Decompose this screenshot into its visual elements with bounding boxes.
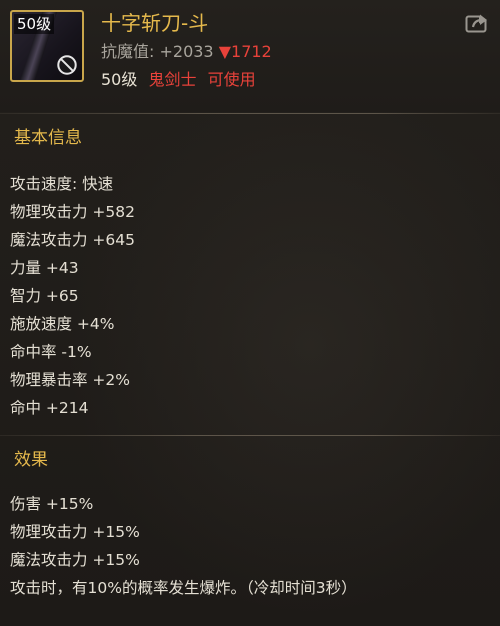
stat-line: 命中率 -1% — [10, 343, 92, 361]
effect-line: 伤害 +15% — [10, 495, 94, 513]
item-header: 50级 十字斩刀-斗 抗魔值: +2033 ▼1712 50级 鬼剑士 可使用 — [0, 0, 500, 112]
stat-line: 命中 +214 — [10, 399, 89, 417]
stat-line: 智力 +65 — [10, 287, 79, 305]
item-tooltip: 50级 十字斩刀-斗 抗魔值: +2033 ▼1712 50级 鬼剑士 可使用 … — [0, 0, 500, 626]
section-divider — [0, 435, 500, 436]
stat-line: 力量 +43 — [10, 259, 79, 277]
share-icon[interactable] — [465, 12, 489, 34]
header-divider — [0, 113, 500, 114]
item-level-badge: 50级 — [14, 14, 55, 34]
resist-row: 抗魔值: +2033 ▼1712 — [101, 40, 272, 64]
item-name: 十字斩刀-斗 — [101, 11, 209, 35]
resist-value: +2033 — [159, 42, 214, 61]
resist-label: 抗魔值: — [101, 42, 160, 61]
required-class: 鬼剑士 — [148, 70, 197, 89]
stat-line: 施放速度 +4% — [10, 315, 115, 333]
effects-title: 效果 — [14, 450, 48, 470]
effect-line: 攻击时，有10%的概率发生爆炸。（冷却时间3秒） — [10, 579, 357, 597]
stat-line: 物理暴击率 +2% — [10, 371, 131, 389]
forbidden-icon — [57, 55, 77, 75]
effect-line: 魔法攻击力 +15% — [10, 551, 140, 569]
resist-down-value: ▼1712 — [218, 42, 272, 61]
stat-line: 魔法攻击力 +645 — [10, 231, 135, 249]
stat-line: 物理攻击力 +582 — [10, 203, 135, 221]
effect-line: 物理攻击力 +15% — [10, 523, 140, 541]
stat-line: 攻击速度: 快速 — [10, 175, 114, 193]
usable-status: 可使用 — [207, 70, 256, 89]
item-icon[interactable]: 50级 — [10, 10, 84, 82]
basic-info-title: 基本信息 — [14, 128, 82, 148]
class-row: 50级 鬼剑士 可使用 — [101, 68, 256, 92]
required-level: 50级 — [101, 70, 138, 89]
